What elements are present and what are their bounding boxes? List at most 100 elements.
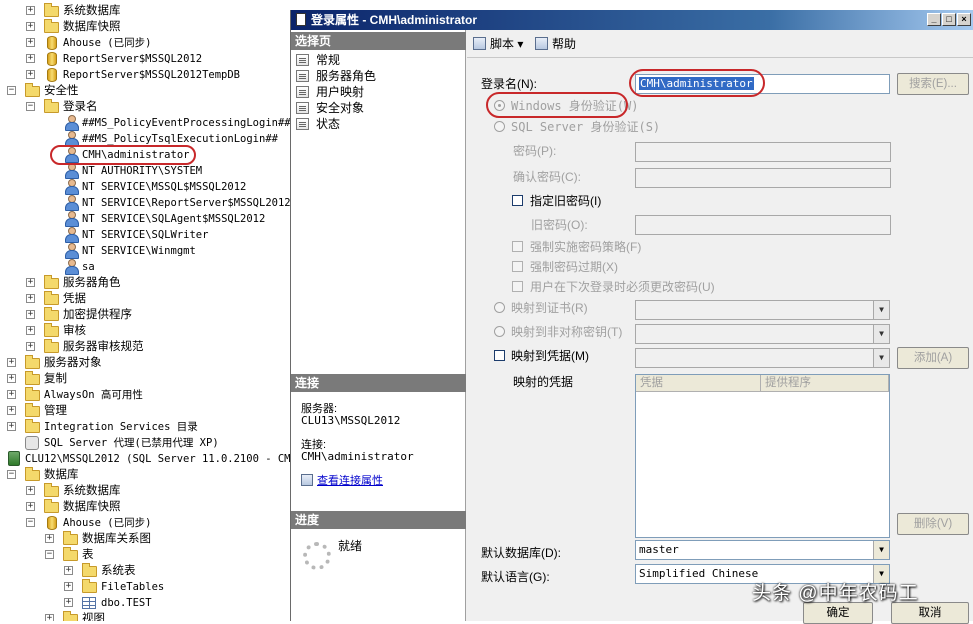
tree-node[interactable]: sa — [0, 259, 290, 275]
expand-icon[interactable]: + — [26, 502, 35, 511]
grid-col-credential[interactable]: 凭据 — [636, 375, 761, 392]
map-cert-radio[interactable] — [494, 302, 505, 313]
expand-icon[interactable]: + — [7, 390, 16, 399]
maximize-button[interactable]: □ — [942, 13, 956, 26]
add-button[interactable]: 添加(A) — [897, 347, 969, 369]
tree-node[interactable]: − 表 — [0, 547, 290, 563]
tree-node[interactable]: + 数据库关系图 — [0, 531, 290, 547]
tree-node[interactable]: NT SERVICE\SQLAgent$MSSQL2012 — [0, 211, 290, 227]
script-button[interactable]: 脚本 ▾ — [473, 36, 523, 52]
enforce-policy-checkbox[interactable] — [512, 241, 523, 252]
tree-node[interactable]: NT SERVICE\MSSQL$MSSQL2012 — [0, 179, 290, 195]
tree-node[interactable]: + 数据库快照 — [0, 499, 290, 515]
tree-node[interactable]: + 系统表 — [0, 563, 290, 579]
collapse-icon[interactable]: − — [45, 550, 54, 559]
tree-node[interactable]: − 登录名 — [0, 99, 290, 115]
close-button[interactable]: × — [957, 13, 971, 26]
mapped-credentials-grid[interactable]: 凭据 提供程序 — [635, 374, 890, 538]
tree-node[interactable]: + 加密提供程序 — [0, 307, 290, 323]
tree-node[interactable]: − 安全性 — [0, 83, 290, 99]
tree-node[interactable]: + 数据库快照 — [0, 19, 290, 35]
tree-node[interactable]: + 复制 — [0, 371, 290, 387]
chevron-down-icon[interactable]: ▼ — [873, 541, 889, 559]
expand-icon[interactable]: + — [7, 406, 16, 415]
expand-icon[interactable]: + — [26, 38, 35, 47]
sql-auth-radio[interactable] — [494, 121, 505, 132]
expand-icon[interactable]: + — [26, 70, 35, 79]
map-asym-key-radio[interactable] — [494, 326, 505, 337]
expand-icon[interactable]: + — [26, 294, 35, 303]
expand-icon[interactable]: + — [64, 598, 73, 607]
view-connection-properties[interactable]: 查看连接属性 — [301, 474, 383, 487]
expand-icon[interactable]: + — [26, 6, 35, 15]
expand-icon[interactable]: + — [26, 278, 35, 287]
expand-icon[interactable]: + — [26, 486, 35, 495]
minimize-button[interactable]: _ — [927, 13, 941, 26]
enforce-expiration-checkbox[interactable] — [512, 261, 523, 272]
credential-select[interactable]: ▼ — [635, 348, 890, 368]
tree-node[interactable]: + ReportServer$MSSQL2012 — [0, 51, 290, 67]
confirm-password-input[interactable] — [635, 168, 891, 188]
tree-node[interactable]: NT SERVICE\SQLWriter — [0, 227, 290, 243]
expand-icon[interactable]: + — [7, 422, 16, 431]
tree-node[interactable]: − 数据库 — [0, 467, 290, 483]
collapse-icon[interactable]: − — [7, 86, 16, 95]
view-connection-link[interactable]: 查看连接属性 — [317, 475, 383, 487]
tree-node[interactable]: + Integration Services 目录 — [0, 419, 290, 435]
tree-node[interactable]: + 服务器审核规范 — [0, 339, 290, 355]
expand-icon[interactable]: + — [64, 566, 73, 575]
page-general[interactable]: 常规 — [296, 52, 340, 68]
page-securables[interactable]: 安全对象 — [296, 100, 364, 116]
default-db-select[interactable]: master ▼ — [635, 540, 890, 560]
tree-node[interactable]: + 系统数据库 — [0, 483, 290, 499]
tree-node[interactable]: + AlwaysOn 高可用性 — [0, 387, 290, 403]
expand-icon[interactable]: + — [7, 358, 16, 367]
search-button[interactable]: 搜索(E)... — [897, 73, 969, 95]
tree-node[interactable]: + Ahouse (已同步) — [0, 35, 290, 51]
chevron-down-icon[interactable]: ▼ — [873, 325, 889, 343]
collapse-icon[interactable]: − — [26, 102, 35, 111]
chevron-down-icon[interactable]: ▼ — [873, 301, 889, 319]
expand-icon[interactable]: + — [26, 22, 35, 31]
old-password-input[interactable] — [635, 215, 891, 235]
expand-icon[interactable]: + — [26, 54, 35, 63]
tree-node[interactable]: + 管理 — [0, 403, 290, 419]
map-credential-checkbox[interactable] — [494, 350, 505, 361]
tree-node[interactable]: − Ahouse (已同步) — [0, 515, 290, 531]
page-server-roles[interactable]: 服务器角色 — [296, 68, 376, 84]
expand-icon[interactable]: + — [64, 582, 73, 591]
asym-key-select[interactable]: ▼ — [635, 324, 890, 344]
collapse-icon[interactable]: − — [26, 518, 35, 527]
must-change-checkbox[interactable] — [512, 281, 523, 292]
tree-node[interactable]: + ReportServer$MSSQL2012TempDB — [0, 67, 290, 83]
tree-node[interactable]: + 审核 — [0, 323, 290, 339]
tree-node[interactable]: + 服务器对象 — [0, 355, 290, 371]
object-explorer-tree[interactable]: + 系统数据库 + 数据库快照 + Ahouse (已同步) + ReportServer$M… — [0, 0, 290, 621]
tree-node[interactable]: ##MS_PolicyEventProcessingLogin## — [0, 115, 290, 131]
expand-icon[interactable]: + — [26, 342, 35, 351]
chevron-down-icon[interactable]: ▼ — [873, 349, 889, 367]
tree-node[interactable]: NT AUTHORITY\SYSTEM — [0, 163, 290, 179]
expand-icon[interactable]: + — [26, 326, 35, 335]
tree-node[interactable]: NT SERVICE\Winmgmt — [0, 243, 290, 259]
tree-node[interactable]: SQL Server 代理(已禁用代理 XP) — [0, 435, 290, 451]
grid-col-provider[interactable]: 提供程序 — [761, 375, 889, 392]
tree-node[interactable]: + 服务器角色 — [0, 275, 290, 291]
tree-node[interactable]: + 视图 — [0, 611, 290, 621]
tree-node[interactable]: + dbo.TEST — [0, 595, 290, 611]
help-button[interactable]: 帮助 — [535, 36, 576, 52]
tree-node[interactable]: + 凭据 — [0, 291, 290, 307]
cert-select[interactable]: ▼ — [635, 300, 890, 320]
tree-node[interactable]: −CLU12\MSSQL2012 (SQL Server 11.0.2100 -… — [0, 451, 290, 467]
collapse-icon[interactable]: − — [7, 470, 16, 479]
tree-node[interactable]: + FileTables — [0, 579, 290, 595]
expand-icon[interactable]: + — [7, 374, 16, 383]
tree-node[interactable]: + 系统数据库 — [0, 3, 290, 19]
specify-old-password-checkbox[interactable] — [512, 195, 523, 206]
page-status[interactable]: 状态 — [296, 116, 340, 132]
page-user-mapping[interactable]: 用户映射 — [296, 84, 364, 100]
expand-icon[interactable]: + — [45, 614, 54, 621]
expand-icon[interactable]: + — [45, 534, 54, 543]
expand-icon[interactable]: + — [26, 310, 35, 319]
password-input[interactable] — [635, 142, 891, 162]
